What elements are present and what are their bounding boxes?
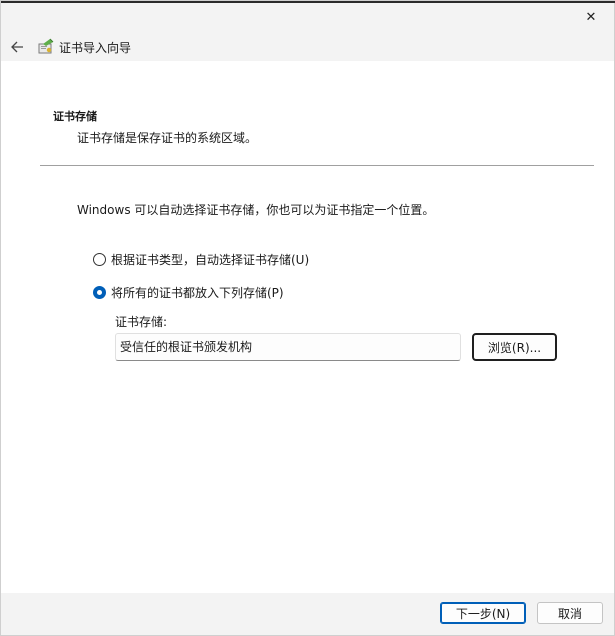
browse-button[interactable]: 浏览(R)... — [472, 333, 557, 361]
next-button[interactable]: 下一步(N) — [440, 602, 526, 624]
radio-place-all[interactable]: 将所有的证书都放入下列存储(P) — [93, 284, 284, 301]
divider — [40, 165, 594, 166]
close-button[interactable]: ✕ — [568, 1, 614, 33]
radio-place-all-label: 将所有的证书都放入下列存储(P) — [111, 286, 284, 300]
store-label: 证书存储: — [115, 315, 168, 329]
wizard-title: 证书导入向导 — [59, 40, 132, 55]
close-icon: ✕ — [585, 9, 597, 25]
radio-auto-select[interactable]: 根据证书类型，自动选择证书存储(U) — [93, 251, 309, 268]
back-arrow-icon — [11, 41, 23, 53]
radio-auto-select-button[interactable] — [93, 253, 106, 266]
section-description: 证书存储是保存证书的系统区域。 — [77, 131, 258, 145]
radio-place-all-button[interactable] — [93, 286, 106, 299]
cancel-button[interactable]: 取消 — [537, 602, 603, 624]
back-button[interactable] — [3, 33, 31, 61]
wizard-content: 证书存储 证书存储是保存证书的系统区域。 Windows 可以自动选择证书存储，… — [1, 61, 614, 593]
section-title: 证书存储 — [53, 110, 97, 123]
wizard-header: 证书导入向导 — [1, 33, 614, 61]
certificate-store-field[interactable]: 受信任的根证书颁发机构 — [115, 333, 461, 361]
top-edge — [1, 1, 615, 3]
certificate-icon — [37, 38, 55, 56]
intro-text: Windows 可以自动选择证书存储，你也可以为证书指定一个位置。 — [77, 203, 435, 217]
certificate-import-wizard-window: ✕ 证书导入向导 证书存储 证书存储是保存证书的系统区域。 Windows 可以… — [0, 0, 615, 636]
radio-auto-select-label: 根据证书类型，自动选择证书存储(U) — [111, 253, 310, 267]
